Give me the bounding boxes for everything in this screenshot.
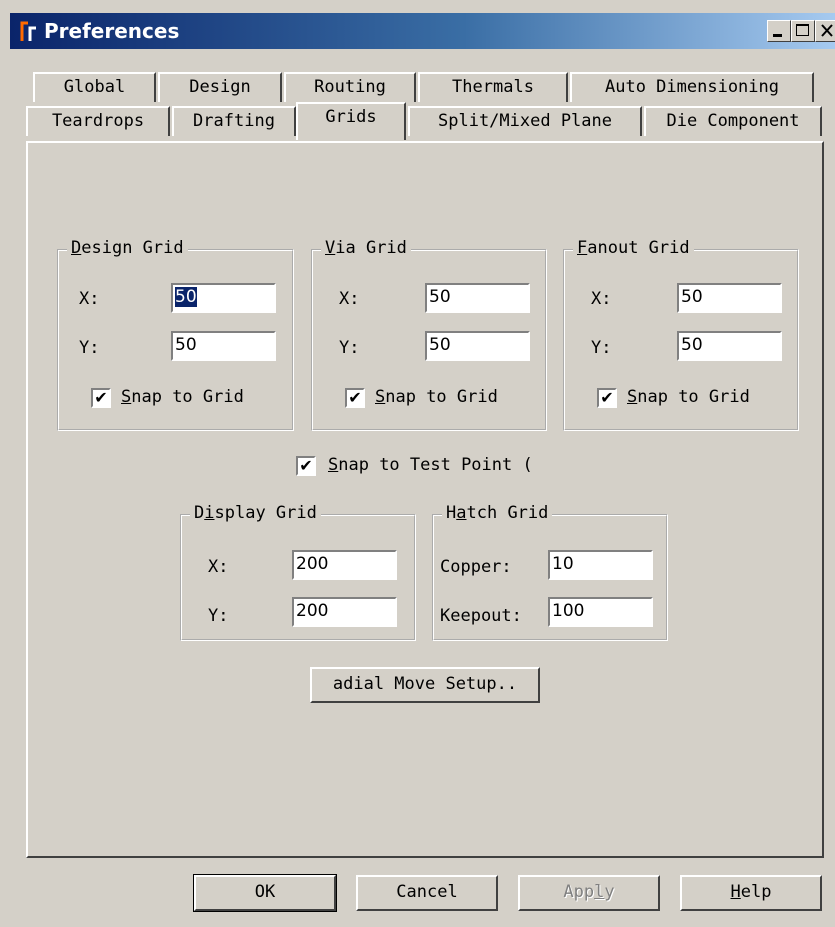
x-label: X: <box>208 557 229 577</box>
tab-routing[interactable]: Routing <box>284 72 416 102</box>
display-grid-x-input[interactable]: 200 <box>292 550 397 580</box>
design-grid-y-input[interactable]: 50 <box>171 331 276 361</box>
design-grid-x-input[interactable]: 50 <box>171 283 276 313</box>
design-snap-checkbox[interactable]: ✔ <box>91 388 111 408</box>
display-grid-y-input[interactable]: 200 <box>292 597 397 627</box>
design-grid-group: Design Grid X: 50 Y: 50 ✔ Snap to Grid <box>57 238 294 431</box>
tab-drafting[interactable]: Drafting <box>172 106 296 136</box>
y-label: Y: <box>79 338 100 358</box>
test-point-checkbox[interactable]: ✔ <box>296 456 316 476</box>
fanout-snap-checkbox[interactable]: ✔ <box>597 388 617 408</box>
tab-design[interactable]: Design <box>158 72 282 102</box>
design-snap-label[interactable]: Snap to Grid <box>121 387 244 407</box>
hatch-keepout-input[interactable]: 100 <box>548 597 653 627</box>
cancel-button[interactable]: Cancel <box>356 875 498 911</box>
tab-global[interactable]: Global <box>33 72 156 102</box>
maximize-icon <box>796 24 809 36</box>
tab-auto-dimensioning[interactable]: Auto Dimensioning <box>570 72 814 102</box>
tab-die-component[interactable]: Die Component <box>644 106 822 136</box>
tab-label: Split/Mixed Plane <box>438 111 612 131</box>
y-label: Y: <box>591 338 612 358</box>
tab-label: Grids <box>325 107 377 127</box>
preferences-window: Preferences Global Design Routing Therma… <box>0 0 835 927</box>
title-bar[interactable]: Preferences <box>10 13 835 49</box>
via-snap-checkbox[interactable]: ✔ <box>345 388 365 408</box>
y-label: Y: <box>208 606 229 626</box>
tab-label: Die Component <box>666 111 800 131</box>
fanout-grid-group: Fanout Grid X: 50 Y: 50 ✔ Snap to Grid <box>563 238 799 431</box>
ok-button[interactable]: OK <box>193 874 337 912</box>
group-title: Design Grid <box>67 238 188 258</box>
tab-grids[interactable]: Grids <box>296 102 406 140</box>
keepout-label: Keepout: <box>440 606 522 626</box>
button-label: Apply <box>563 882 615 902</box>
minimize-button[interactable] <box>767 20 791 42</box>
group-title: Via Grid <box>321 238 411 258</box>
tab-label: Auto Dimensioning <box>605 77 779 97</box>
group-title: Fanout Grid <box>573 238 694 258</box>
button-label: Cancel <box>396 882 458 902</box>
y-label: Y: <box>339 338 360 358</box>
x-label: X: <box>339 289 360 309</box>
tab-thermals[interactable]: Thermals <box>418 72 568 102</box>
group-title: Display Grid <box>190 503 321 523</box>
tab-split-mixed-plane[interactable]: Split/Mixed Plane <box>408 106 642 136</box>
via-snap-label[interactable]: Snap to Grid <box>375 387 498 407</box>
group-title: Hatch Grid <box>442 503 553 523</box>
fanout-snap-label[interactable]: Snap to Grid <box>627 387 750 407</box>
hatch-grid-group: Hatch Grid Copper: 10 Keepout: 100 <box>432 503 668 641</box>
x-label: X: <box>79 289 100 309</box>
tab-label: Teardrops <box>51 111 145 131</box>
maximize-button[interactable] <box>791 20 815 42</box>
fanout-grid-y-input[interactable]: 50 <box>677 331 782 361</box>
window-title: Preferences <box>44 19 180 43</box>
apply-button[interactable]: Apply <box>518 875 660 911</box>
radial-move-setup-button[interactable]: adial Move Setup.. <box>310 667 540 703</box>
tab-label: Global <box>63 77 126 97</box>
tab-label: Drafting <box>193 111 275 131</box>
close-icon <box>821 24 833 37</box>
help-button[interactable]: Help <box>680 875 822 911</box>
x-label: X: <box>591 289 612 309</box>
button-label: adial Move Setup.. <box>332 674 518 694</box>
via-grid-y-input[interactable]: 50 <box>425 331 530 361</box>
copper-label: Copper: <box>440 557 512 577</box>
test-point-label[interactable]: Snap to Test Point ( <box>328 455 533 475</box>
fanout-grid-x-input[interactable]: 50 <box>677 283 782 313</box>
tab-label: Design <box>189 77 251 97</box>
hatch-copper-input[interactable]: 10 <box>548 550 653 580</box>
via-grid-group: Via Grid X: 50 Y: 50 ✔ Snap to Grid <box>311 238 547 431</box>
button-label: Help <box>730 882 772 902</box>
display-grid-group: Display Grid X: 200 Y: 200 <box>180 503 416 641</box>
tab-teardrops[interactable]: Teardrops <box>26 106 170 136</box>
tab-label: Thermals <box>452 77 534 97</box>
app-icon <box>20 21 36 41</box>
button-label: OK <box>254 882 276 902</box>
close-button[interactable] <box>815 20 835 42</box>
via-grid-x-input[interactable]: 50 <box>425 283 530 313</box>
minimize-icon <box>773 34 782 37</box>
tab-label: Routing <box>314 77 386 97</box>
